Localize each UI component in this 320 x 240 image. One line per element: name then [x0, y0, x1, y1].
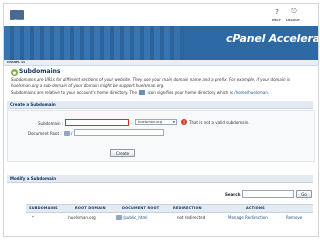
row-root-domain: .huelsman.org [67, 215, 96, 220]
logout-icon[interactable]: ⎋ [288, 7, 300, 16]
domain-separator: . [131, 120, 133, 125]
home-note-start: Subdomains are relative to your account'… [11, 90, 137, 95]
modify-section-header: Modify a Subdomain [7, 175, 313, 183]
help-link[interactable]: HELP [272, 18, 281, 22]
brand-name: cPanel [13, 18, 23, 22]
docroot-prefix: / [71, 131, 73, 136]
manage-redirection-link[interactable]: Manage Redirection [228, 215, 268, 220]
search-input[interactable] [242, 190, 294, 198]
docroot-input[interactable] [74, 129, 164, 136]
banner-title: cPanel Accelerated2 [226, 32, 318, 45]
create-subdomain-form: Subdomain : . huelsman.org ▼ ! That is n… [7, 110, 315, 162]
home-folder-icon [116, 215, 122, 220]
col-root-domain: ROOT DOMAIN [75, 206, 106, 210]
home-folder-icon [64, 131, 70, 136]
home-path: /home/huelsman. [234, 90, 270, 95]
modify-heading: Modify a Subdomain [10, 176, 57, 181]
home-note-middle: icon signifies your home directory which… [147, 90, 233, 95]
col-redirection: REDIRECTION [173, 206, 202, 210]
domain-select-value: huelsman.org [138, 120, 163, 124]
error-message: That is not a valid subdomain. [189, 120, 250, 125]
domain-select[interactable]: huelsman.org ▼ [135, 119, 177, 125]
home-icon [139, 90, 146, 95]
menu-home-link[interactable]: CPANEL 11 [7, 60, 25, 64]
go-button[interactable]: Go [296, 190, 312, 198]
table-header: SUBDOMAINS ROOT DOMAIN DOCUMENT ROOT RED… [26, 204, 313, 213]
chevron-down-icon: ▼ [172, 120, 175, 124]
row-redirection: not redirected [177, 215, 206, 220]
menu-strip: CPANEL 11 [4, 60, 318, 66]
col-document-root: DOCUMENT ROOT [122, 206, 160, 210]
subdomain-input[interactable] [65, 119, 129, 126]
subdomain-label: Subdomain : [38, 121, 64, 126]
row-subdomain: * [32, 215, 34, 220]
top-bar: cPanel ? HELP ⎋ LOGOUT [4, 4, 318, 27]
subdomains-icon: ● [11, 69, 18, 76]
help-icon[interactable]: ? [271, 7, 283, 16]
header-banner: cPanel Accelerated2 [4, 26, 318, 60]
create-section-header: Create a Subdomain [7, 101, 313, 109]
row-document-root-link[interactable]: /public_html [123, 215, 148, 220]
docroot-label: Document Root : [28, 131, 62, 136]
create-button[interactable]: Create [110, 149, 135, 157]
remove-link[interactable]: Remove [286, 215, 302, 220]
create-heading: Create a Subdomain [10, 102, 56, 107]
home-directory-note: Subdomains are relative to your account'… [11, 90, 313, 95]
logout-link[interactable]: LOGOUT [286, 18, 300, 22]
search-label: Search [225, 192, 241, 197]
error-icon: ! [181, 119, 187, 125]
page-title: Subdomains [19, 68, 61, 75]
col-subdomains: SUBDOMAINS [29, 206, 58, 210]
col-actions: ACTIONS [246, 206, 265, 210]
intro-text: Subdomains are URLs for different sectio… [11, 77, 290, 88]
browser-frame: cPanel ? HELP ⎋ LOGOUT cPanel Accelerate… [3, 3, 319, 237]
